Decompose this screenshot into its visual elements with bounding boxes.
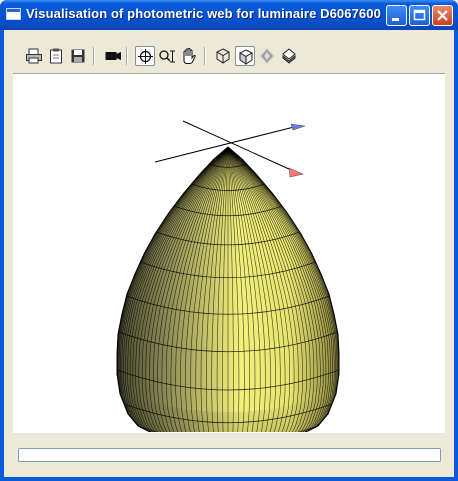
close-button[interactable] — [432, 5, 453, 26]
layered-diamond-icon — [282, 48, 296, 64]
shaded-cube-icon — [238, 49, 254, 65]
solid-diamond-icon — [259, 48, 275, 64]
save-button[interactable] — [68, 46, 88, 66]
rotate-icon — [138, 49, 153, 64]
maximize-button[interactable] — [409, 5, 430, 26]
print-button[interactable] — [24, 46, 44, 66]
camera-icon — [105, 52, 121, 60]
close-icon — [437, 10, 448, 21]
shaded-view-button[interactable] — [235, 46, 255, 66]
status-text — [19, 456, 22, 467]
rotate-button[interactable] — [135, 46, 155, 66]
clipboard-icon — [50, 48, 62, 64]
axis-y-arrow-icon — [290, 123, 306, 131]
toolbar-separator — [93, 47, 95, 65]
print-icon — [26, 48, 42, 64]
status-bar — [18, 448, 441, 462]
axis-x-arrow-icon — [288, 167, 304, 178]
luminaire-web-surface — [116, 146, 340, 450]
layered-view-button[interactable] — [279, 46, 299, 66]
toolbar-separator — [126, 47, 128, 65]
wireframe-view-button[interactable] — [213, 46, 233, 66]
solid-view-button[interactable] — [257, 46, 277, 66]
photometric-web-view[interactable] — [13, 74, 443, 450]
save-icon — [71, 49, 85, 63]
main-window: Visualisation of photometric web for lum… — [0, 0, 458, 481]
zoom-button[interactable] — [157, 46, 177, 66]
zoom-icon — [159, 50, 175, 63]
toolbar — [13, 44, 445, 70]
wireframe-cube-icon — [216, 48, 230, 64]
clipboard-button[interactable] — [46, 46, 66, 66]
pan-hand-icon — [183, 47, 196, 64]
window-app-icon[interactable] — [6, 8, 21, 20]
camera-button[interactable] — [103, 46, 123, 66]
window-title: Visualisation of photometric web for lum… — [26, 6, 381, 21]
title-bar[interactable]: Visualisation of photometric web for lum… — [0, 0, 458, 30]
pan-button[interactable] — [179, 46, 199, 66]
maximize-icon — [413, 9, 426, 21]
toolbar-separator — [204, 47, 206, 65]
minimize-icon — [392, 18, 399, 21]
viewport-3d[interactable] — [13, 73, 445, 450]
minimize-button[interactable] — [386, 5, 407, 26]
client-area — [4, 30, 454, 477]
